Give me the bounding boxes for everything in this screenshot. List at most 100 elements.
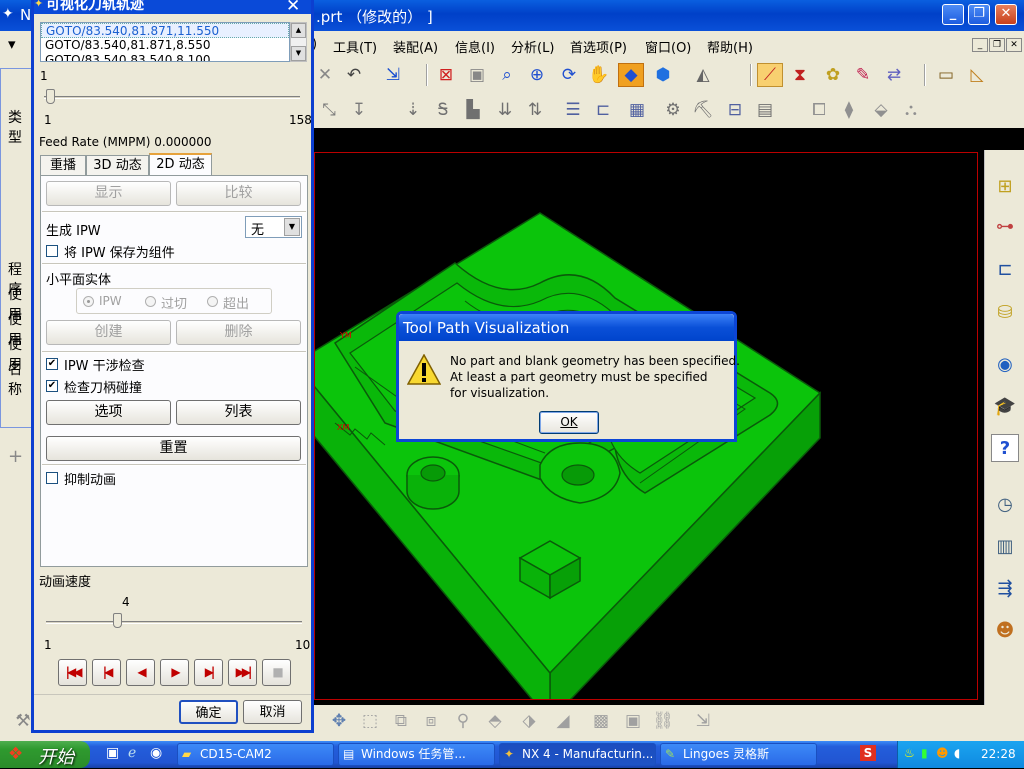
restore-button[interactable]: ❐ [968, 4, 990, 25]
method-icon[interactable]: ⧠ [806, 98, 832, 122]
generate-toolpath-icon[interactable]: ⇣ [400, 98, 426, 122]
step-forward-icon[interactable]: ▶| [194, 659, 223, 686]
list-button[interactable]: 列表 [176, 400, 301, 425]
view-tool-icon[interactable]: ⛬ [898, 98, 924, 122]
create-button[interactable]: 创建 [46, 320, 171, 345]
paste-icon[interactable]: ⧈ [418, 709, 444, 733]
training-icon[interactable]: 🎓 [991, 392, 1019, 420]
view-orient-icon[interactable]: ⬢ [650, 63, 676, 87]
plus-icon[interactable]: + [8, 446, 23, 467]
quicklaunch-media-icon[interactable]: ◉ [150, 745, 162, 761]
ipw-check-checkbox[interactable]: ✔ [46, 358, 58, 370]
roles-icon[interactable]: ☻ [991, 616, 1019, 644]
undo-icon[interactable]: ↶ [341, 63, 367, 87]
pan-icon[interactable]: ✋ [586, 63, 612, 87]
goto-scrollbar[interactable]: ▲ ▼ [290, 22, 307, 62]
step-slider-thumb[interactable] [46, 89, 55, 104]
stop-icon[interactable]: ■ [262, 659, 291, 686]
step-slider-track[interactable] [44, 96, 300, 99]
dialog-close-icon[interactable]: ✕ [286, 0, 300, 14]
scroll-up-icon[interactable]: ▲ [291, 23, 306, 38]
scroll-down-icon[interactable]: ▼ [291, 46, 306, 61]
quicklaunch-ie-icon[interactable]: ℯ [128, 745, 136, 761]
list-item[interactable]: GOTO/83.540,81.871,8.550 [41, 38, 289, 53]
geometry-icon[interactable]: ⧫ [836, 98, 862, 122]
input-method-icon[interactable]: S [860, 745, 876, 761]
replay-toolpath-icon[interactable]: Ꭶ [430, 98, 456, 122]
taskbar-item-cd15[interactable]: ▰ CD15-CAM2 [177, 743, 334, 766]
list-icon[interactable]: ▤ [752, 98, 778, 122]
cancel-button[interactable]: 取消 [243, 700, 302, 724]
menu-assembly[interactable]: 装配(A) [393, 37, 438, 56]
holder-check-checkbox[interactable]: ✔ [46, 380, 58, 392]
reset-button[interactable]: 重置 [46, 436, 301, 461]
select-arrow-icon[interactable]: ⇲ [380, 63, 406, 87]
paint-icon[interactable]: ✎ [850, 63, 876, 87]
rewind-to-start-icon[interactable]: |◀◀ [58, 659, 87, 686]
fixture-icon[interactable]: ▦ [624, 98, 650, 122]
mdi-restore-button[interactable]: ❐ [989, 38, 1005, 52]
tab-3d-dynamic[interactable]: 3D 动态 [86, 155, 149, 175]
zoom-box-icon[interactable]: ▣ [464, 63, 490, 87]
snap-icon[interactable]: ⟋ [757, 63, 783, 87]
taskbar-item-task-manager[interactable]: ▤ Windows 任务管... [338, 743, 495, 766]
tray-icon-2[interactable]: ▮ [921, 746, 928, 760]
part-navigator-icon[interactable]: ⊶ [991, 212, 1019, 240]
history-icon[interactable]: ◷ [991, 490, 1019, 518]
menu-info[interactable]: 信息(I) [455, 37, 495, 56]
dialog-titlebar[interactable]: ✦ 可视化刀轨轨迹 ✕ [34, 0, 311, 14]
output-icon[interactable]: ⇊ [492, 98, 518, 122]
menu-window[interactable]: 窗口(O) [645, 37, 691, 56]
play-reverse-icon[interactable]: ◀ [126, 659, 155, 686]
assembly-navigator-icon[interactable]: ⊞ [991, 172, 1019, 200]
menu-help[interactable]: 帮助(H) [707, 37, 753, 56]
program-icon[interactable]: ⬙ [868, 98, 894, 122]
toolbar-options-icon[interactable]: ⇲ [690, 709, 716, 733]
save-ipw-checkbox[interactable] [46, 245, 58, 257]
compare-button[interactable]: 比较 [176, 181, 301, 206]
file-menu-icon[interactable]: ▾ [8, 35, 16, 53]
machine-icon[interactable]: ⊏ [590, 98, 616, 122]
chevron-down-icon[interactable]: ▼ [284, 218, 300, 236]
postprocess-icon[interactable]: ⇅ [522, 98, 548, 122]
tray-icon-3[interactable]: ☻ [936, 746, 949, 760]
verify-icon[interactable]: ▙ [460, 98, 486, 122]
taskbar-item-nx[interactable]: ✦ NX 4 - Manufacturin... [499, 743, 656, 766]
message-ok-button[interactable]: OK [539, 411, 599, 434]
radio-ipw[interactable] [83, 296, 94, 307]
radio-exceed[interactable] [207, 296, 218, 307]
ruler-icon[interactable]: ◺ [964, 63, 990, 87]
delete-button[interactable]: 删除 [176, 320, 301, 345]
mdi-close-button[interactable]: ✕ [1006, 38, 1022, 52]
list-item[interactable]: GOTO/83.540,83.540,8.100 [41, 53, 289, 61]
quicklaunch-desktop-icon[interactable]: ▣ [106, 745, 119, 761]
render-style-icon[interactable]: ◭ [690, 63, 716, 87]
report-icon[interactable]: ⊟ [722, 98, 748, 122]
mill-icon[interactable]: ⚙ [660, 98, 686, 122]
volume-icon[interactable]: ◖ [954, 746, 960, 760]
minimize-button[interactable]: _ [942, 4, 964, 25]
copy-icon[interactable]: ⧉ [388, 709, 414, 733]
measure-icon[interactable]: ▭ [933, 63, 959, 87]
operation-icon[interactable]: ⤡ [316, 98, 342, 122]
link-icon[interactable]: ⛓ [650, 709, 676, 733]
layer-icon[interactable]: ⇄ [881, 63, 907, 87]
ok-button[interactable]: 确定 [179, 700, 238, 724]
suppress-anim-checkbox[interactable] [46, 472, 58, 484]
goto-listbox[interactable]: GOTO/83.540,81.871,11.550 GOTO/83.540,81… [40, 22, 290, 62]
fast-forward-to-end-icon[interactable]: ▶▶| [228, 659, 257, 686]
operation-navigator-icon[interactable]: ⊏ [991, 255, 1019, 283]
taskbar-item-lingoes[interactable]: ✎ Lingoes 灵格斯 [660, 743, 817, 766]
list-item[interactable]: GOTO/83.540,81.871,11.550 [41, 23, 289, 38]
close-button[interactable]: ✕ [995, 4, 1017, 25]
object-icon[interactable]: ⬘ [482, 709, 508, 733]
attribute-icon[interactable]: ⬗ [516, 709, 542, 733]
zoom-in-icon[interactable]: ⊕ [524, 63, 550, 87]
cut-icon[interactable]: ✕ [312, 63, 338, 87]
shop-doc-icon[interactable]: ☰ [560, 98, 586, 122]
help-icon[interactable]: ? [991, 434, 1019, 462]
ipw-generate-select[interactable]: 无 ▼ [245, 216, 302, 238]
start-button[interactable]: ❖ 开始 [0, 741, 90, 768]
anim-speed-thumb[interactable] [113, 613, 123, 628]
move-icon[interactable]: ✥ [326, 709, 352, 733]
